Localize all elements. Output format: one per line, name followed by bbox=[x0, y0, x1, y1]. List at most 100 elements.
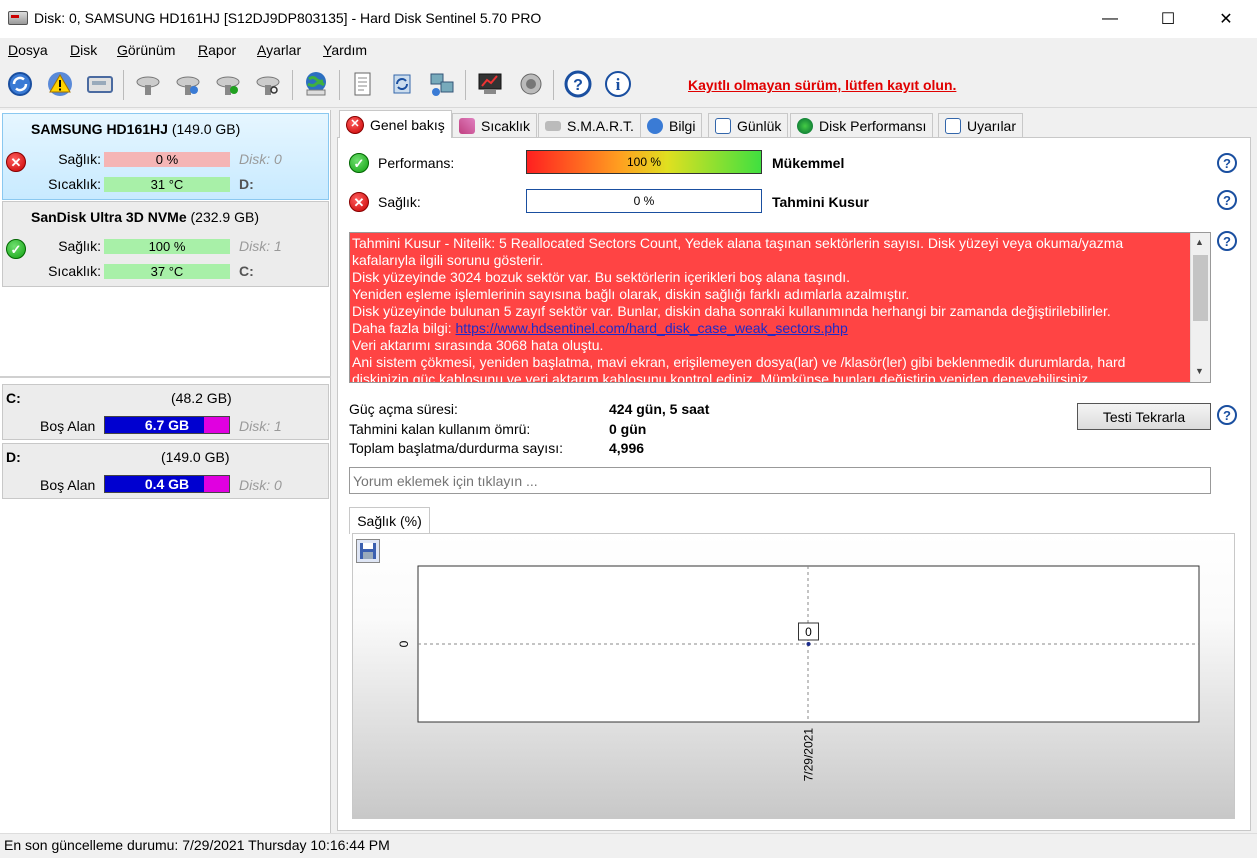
close-button[interactable]: ✕ bbox=[1203, 0, 1249, 38]
help-icon[interactable]: ? bbox=[1217, 153, 1237, 173]
performance-label: Performans: bbox=[378, 155, 455, 171]
tab-genel-bakis[interactable]: ✕ Genel bakış bbox=[339, 110, 452, 138]
report-send-icon[interactable] bbox=[386, 68, 418, 100]
message-scrollbar[interactable]: ▲ ▼ bbox=[1190, 233, 1210, 382]
scroll-up-icon[interactable]: ▲ bbox=[1195, 237, 1204, 247]
disk-index: Disk: 1 bbox=[239, 238, 282, 254]
volume-size: (149.0 GB) bbox=[161, 449, 230, 465]
disk-add-icon[interactable] bbox=[172, 68, 204, 100]
disk-title: SanDisk Ultra 3D NVMe (232.9 GB) bbox=[31, 209, 259, 225]
menu-ayarlar[interactable]: Ayarlar bbox=[257, 42, 301, 58]
y-tick-label: 0 bbox=[397, 640, 411, 647]
scroll-down-icon[interactable]: ▼ bbox=[1195, 366, 1204, 376]
menu-gorunum[interactable]: Görünüm bbox=[117, 42, 175, 58]
info-icon bbox=[647, 117, 663, 134]
help-icon[interactable]: ? bbox=[1217, 405, 1237, 425]
drive-letter: C: bbox=[239, 263, 254, 279]
maximize-button[interactable]: ☐ bbox=[1145, 0, 1191, 38]
scroll-thumb[interactable] bbox=[1193, 255, 1208, 321]
free-space-bar: 6.7 GB bbox=[104, 416, 230, 434]
tab-sicaklik[interactable]: Sıcaklık bbox=[452, 113, 538, 137]
network-icon[interactable] bbox=[426, 68, 458, 100]
tab-health-chart[interactable]: Sağlık (%) bbox=[349, 507, 430, 534]
tab-smart[interactable]: S.M.A.R.T. bbox=[538, 113, 641, 137]
volume-card-c[interactable]: C: (48.2 GB) Boş Alan 6.7 GB Disk: 1 bbox=[2, 384, 329, 440]
power-on-label: Güç açma süresi: bbox=[349, 401, 458, 417]
svg-text:i: i bbox=[616, 75, 621, 94]
ok-icon: ✓ bbox=[349, 153, 369, 173]
volume-card-d[interactable]: D: (149.0 GB) Boş Alan 0.4 GB Disk: 0 bbox=[2, 443, 329, 499]
disk-search-icon[interactable] bbox=[252, 68, 284, 100]
disk-card-samsung[interactable]: SAMSUNG HD161HJ (149.0 GB) ✕ Sağlık: 0 %… bbox=[2, 113, 329, 200]
test-icon[interactable] bbox=[474, 68, 506, 100]
free-space-bar: 0.4 GB bbox=[104, 475, 230, 493]
temperature-bar: 37 °C bbox=[104, 264, 230, 279]
minimize-button[interactable]: — bbox=[1087, 0, 1133, 38]
tab-bilgi[interactable]: Bilgi bbox=[640, 113, 703, 137]
remaining-life-label: Tahmini kalan kullanım ömrü: bbox=[349, 421, 531, 437]
health-label: Sağlık: bbox=[58, 151, 101, 167]
health-bar: 0 % bbox=[526, 189, 762, 213]
power-on-value: 424 gün, 5 saat bbox=[609, 401, 710, 417]
free-space-label: Boş Alan bbox=[40, 418, 96, 434]
health-message-box[interactable]: Tahmini Kusur - Nitelik: 5 Reallocated S… bbox=[349, 232, 1211, 383]
start-stop-label: Toplam başlatma/durdurma sayısı: bbox=[349, 440, 563, 456]
help-icon[interactable]: ? bbox=[1217, 190, 1237, 210]
disk-settings-icon[interactable] bbox=[132, 68, 164, 100]
health-label: Sağlık: bbox=[378, 194, 421, 210]
info-icon[interactable]: i bbox=[602, 68, 634, 100]
remaining-life-value: 0 gün bbox=[609, 421, 647, 437]
menu-disk[interactable]: Disk bbox=[70, 42, 97, 58]
performance-bar: 100 % bbox=[526, 150, 762, 174]
performance-rating: Mükemmel bbox=[772, 155, 845, 171]
health-bar: 0 % bbox=[104, 152, 230, 167]
error-icon: ✕ bbox=[349, 192, 369, 212]
ok-icon: ✓ bbox=[6, 239, 26, 259]
drive-letter: D: bbox=[239, 176, 254, 192]
volume-disk: Disk: 0 bbox=[239, 477, 282, 493]
sound-icon[interactable] bbox=[514, 68, 546, 100]
alerts-icon bbox=[945, 117, 961, 134]
health-bar: 100 % bbox=[104, 239, 230, 254]
help-icon[interactable]: ? bbox=[562, 68, 594, 100]
error-icon: ✕ bbox=[6, 152, 26, 172]
start-stop-value: 4,996 bbox=[609, 440, 645, 456]
toolbar: ? i bbox=[0, 62, 1257, 108]
chart-plot: 0 7/29/2021 0 bbox=[397, 565, 1200, 782]
menu-bar: Dosya Disk Görünüm Rapor Ayarlar Yardım bbox=[0, 38, 1257, 62]
disk-icon[interactable] bbox=[84, 68, 116, 100]
tab-gunluk[interactable]: Günlük bbox=[708, 113, 789, 137]
menu-yardim[interactable]: Yardım bbox=[323, 42, 367, 58]
volume-letter: C: bbox=[6, 390, 21, 406]
register-link[interactable]: Kayıtlı olmayan sürüm, lütfen kayıt olun… bbox=[688, 77, 956, 93]
menu-dosya[interactable]: Dosya bbox=[8, 42, 48, 58]
refresh-icon[interactable] bbox=[4, 68, 36, 100]
svg-text:?: ? bbox=[573, 77, 583, 94]
comment-input[interactable] bbox=[349, 467, 1211, 494]
disk-check-icon[interactable] bbox=[212, 68, 244, 100]
x-tick-label: 7/29/2021 bbox=[802, 728, 816, 782]
disk-card-sandisk[interactable]: SanDisk Ultra 3D NVMe (232.9 GB) ✓ Sağlı… bbox=[2, 201, 329, 287]
report-icon[interactable] bbox=[346, 68, 378, 100]
web-update-icon[interactable] bbox=[300, 68, 332, 100]
tab-disk-performansi[interactable]: Disk Performansı bbox=[790, 113, 934, 137]
volume-size: (48.2 GB) bbox=[171, 390, 232, 406]
temperature-bar: 31 °C bbox=[104, 177, 230, 192]
help-icon[interactable]: ? bbox=[1217, 231, 1237, 251]
warning-icon[interactable] bbox=[44, 68, 76, 100]
temperature-label: Sıcaklık: bbox=[48, 176, 101, 192]
error-icon: ✕ bbox=[346, 115, 364, 134]
app-icon bbox=[8, 11, 28, 25]
title-bar: Disk: 0, SAMSUNG HD161HJ [S12DJ9DP803135… bbox=[0, 0, 1257, 38]
disk-icon bbox=[545, 120, 561, 131]
health-chart: 0 7/29/2021 0 bbox=[352, 533, 1235, 819]
more-info-link[interactable]: https://www.hdsentinel.com/hard_disk_cas… bbox=[456, 320, 848, 336]
log-icon bbox=[715, 117, 731, 134]
menu-rapor[interactable]: Rapor bbox=[198, 42, 236, 58]
retest-button[interactable]: Testi Tekrarla bbox=[1077, 403, 1211, 430]
volume-letter: D: bbox=[6, 449, 21, 465]
free-space-label: Boş Alan bbox=[40, 477, 96, 493]
divider bbox=[0, 376, 331, 378]
thermometer-icon bbox=[459, 117, 475, 134]
tab-uyarilar[interactable]: Uyarılar bbox=[938, 113, 1024, 137]
